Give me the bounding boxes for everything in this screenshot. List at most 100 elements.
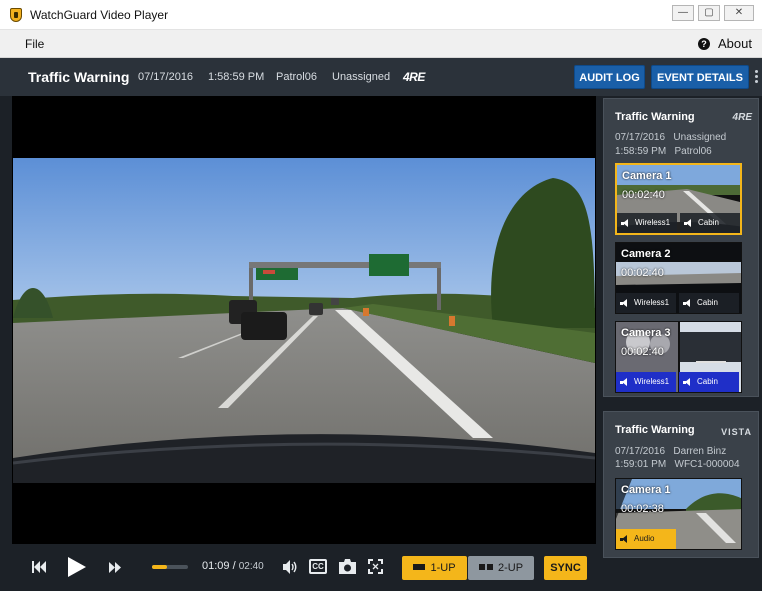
maximize-button[interactable]: ▢ [698, 5, 720, 21]
camera-time: 00:02:40 [621, 346, 664, 358]
device-logo-vista: VISTA [721, 427, 752, 437]
audio-channel-label: Cabin [697, 298, 718, 307]
speaker-icon [621, 218, 630, 228]
volume-icon[interactable] [283, 560, 298, 574]
event-status: Unassigned [332, 71, 391, 83]
sync-button[interactable]: SYNC [544, 556, 587, 580]
event-details-button[interactable]: EVENT DETAILS [651, 65, 749, 89]
app-shield-icon [10, 8, 22, 22]
audio-channels: Audio [616, 529, 676, 549]
event-card-meta-line1: 07/17/2016 Darren Binz [615, 445, 726, 458]
audio-channel-cabin[interactable]: Cabin [679, 372, 739, 392]
video-frame [13, 158, 595, 483]
play-icon[interactable] [68, 557, 86, 577]
audio-channels: Wireless1 Cabin [616, 372, 739, 392]
menu-bar: File ? About [0, 30, 762, 58]
more-options-icon[interactable] [755, 70, 759, 85]
skip-back-icon[interactable] [32, 561, 46, 573]
speaker-icon [684, 218, 693, 228]
audio-channels: Wireless1 Cabin [617, 213, 740, 233]
main-area: 01:09 / 02:40 CC 1-UP 2-UP SYNC Traffic … [0, 96, 762, 591]
event-card-title: Traffic Warning [615, 111, 695, 123]
event-card-date: 07/17/2016 [615, 132, 666, 143]
camera-thumbnail[interactable]: Camera 1 00:02:40 Wireless1 Cabin [615, 163, 742, 235]
audio-channel-wireless1[interactable]: Wireless1 [617, 213, 677, 233]
progress-fill [152, 565, 168, 569]
camera-time: 00:02:40 [621, 267, 664, 279]
camera-label: Camera 3 [621, 327, 671, 339]
cc-icon[interactable]: CC [309, 559, 327, 574]
event-header: Traffic Warning 07/17/2016 1:58:59 PM Pa… [0, 58, 762, 96]
audit-log-button[interactable]: AUDIT LOG [574, 65, 645, 89]
close-button[interactable]: ✕ [724, 5, 754, 21]
event-card-vista: Traffic Warning VISTA 07/17/2016 Darren … [603, 411, 759, 558]
event-card-meta-line2: 1:58:59 PM Patrol06 [615, 145, 712, 158]
layout-2up-button[interactable]: 2-UP [468, 556, 534, 580]
fullscreen-icon[interactable] [368, 559, 383, 574]
camera-thumbnail[interactable]: Camera 1 00:02:38 Audio [615, 478, 742, 550]
audio-channel-wireless1[interactable]: Wireless1 [616, 372, 676, 392]
audio-channel-wireless1[interactable]: Wireless1 [616, 293, 676, 313]
event-card-4re: Traffic Warning 4RE 07/17/2016 Unassigne… [603, 98, 759, 397]
event-card-time: 1:58:59 PM [615, 146, 667, 157]
event-card-officer: Patrol06 [674, 146, 712, 157]
audio-channel-label: Cabin [697, 377, 718, 386]
progress-bar[interactable] [152, 565, 188, 569]
event-card-date: 07/17/2016 [615, 446, 666, 457]
event-card-meta-line2: 1:59:01 PM WFC1-000004 [615, 458, 740, 471]
file-menu[interactable]: File [25, 37, 44, 51]
audio-channel-cabin[interactable]: Cabin [679, 293, 739, 313]
layout-2up-label: 2-UP [497, 562, 524, 574]
device-logo-4re: 4RE [403, 70, 425, 84]
audio-channel-label: Wireless1 [635, 218, 671, 227]
audio-channel-label: Audio [634, 534, 655, 543]
snapshot-icon[interactable] [339, 559, 356, 574]
layout-1up-button[interactable]: 1-UP [402, 556, 467, 580]
audio-channel-label: Wireless1 [634, 298, 670, 307]
dual-pane-icon [478, 564, 485, 571]
current-time: 01:09 [202, 560, 230, 572]
event-card-title: Traffic Warning [615, 424, 695, 436]
event-time: 1:58:59 PM [208, 71, 265, 83]
audio-channel-audio[interactable]: Audio [616, 529, 676, 549]
audio-channels: Wireless1 Cabin [616, 293, 739, 313]
window-controls: — ▢ ✕ [672, 5, 754, 21]
camera-thumbnail[interactable]: Camera 2 00:02:40 Wireless1 Cabin [615, 242, 742, 314]
speaker-icon [683, 377, 692, 387]
video-viewport[interactable] [12, 96, 596, 544]
minimize-button[interactable]: — [672, 5, 694, 21]
window-titlebar: WatchGuard Video Player — ▢ ✕ [0, 0, 762, 30]
audio-channel-label: Cabin [698, 218, 719, 227]
event-card-status: Unassigned [673, 132, 727, 143]
single-pane-icon [413, 564, 426, 571]
speaker-icon [683, 298, 692, 308]
audio-channel-label: Wireless1 [634, 377, 670, 386]
audio-channel-cabin[interactable]: Cabin [680, 213, 740, 233]
about-menu[interactable]: ? About [698, 36, 752, 51]
window-title: WatchGuard Video Player [30, 8, 169, 22]
speaker-icon [620, 298, 629, 308]
fast-forward-icon[interactable] [109, 562, 122, 573]
dual-pane-icon-part [486, 564, 493, 571]
layout-1up-label: 1-UP [430, 562, 456, 574]
about-label: About [718, 36, 752, 51]
player-controls: 01:09 / 02:40 CC 1-UP 2-UP SYNC [12, 544, 596, 591]
speaker-icon [620, 377, 629, 387]
camera-thumbnail[interactable]: Camera 3 00:02:40 Wireless1 Cabin [615, 321, 742, 393]
question-circle-icon: ? [698, 37, 711, 50]
camera-label: Camera 2 [621, 248, 671, 260]
duration: 02:40 [238, 561, 264, 572]
event-card-unit: WFC1-000004 [674, 459, 740, 470]
event-officer: Patrol06 [276, 71, 317, 83]
speaker-icon [620, 534, 629, 544]
time-separator: / [229, 560, 239, 572]
camera-label: Camera 1 [622, 170, 672, 182]
camera-time: 00:02:38 [621, 503, 664, 515]
event-card-officer-name: Darren Binz [673, 446, 727, 457]
event-card-time: 1:59:01 PM [615, 459, 667, 470]
camera-label: Camera 1 [621, 484, 671, 496]
camera-time: 00:02:40 [622, 189, 665, 201]
event-title: Traffic Warning [28, 69, 130, 85]
event-date: 07/17/2016 [138, 71, 194, 83]
time-display: 01:09 / 02:40 [202, 560, 264, 572]
